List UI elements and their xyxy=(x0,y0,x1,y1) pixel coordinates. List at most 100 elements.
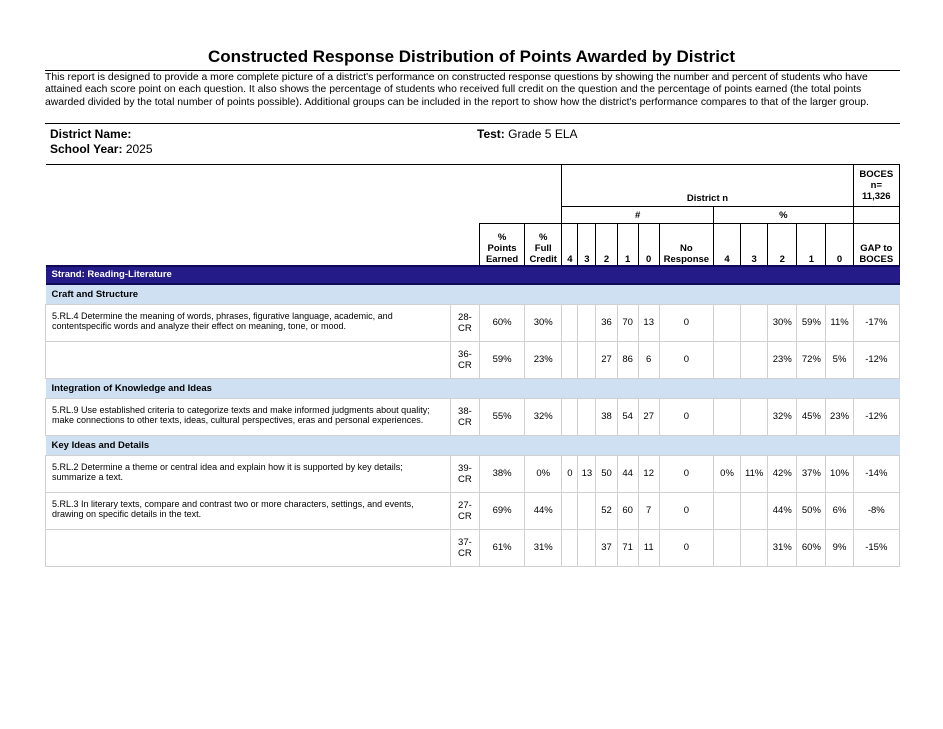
percent-score-0-header: 0 xyxy=(825,223,854,266)
school-year-value: 2025 xyxy=(125,142,153,156)
count-0-cell: 7 xyxy=(637,491,660,530)
standard-description: 5.RL.4 Determine the meaning of words, p… xyxy=(45,303,451,342)
gap-to-boces-cell: -12% xyxy=(852,340,901,379)
count-score-1-header: 1 xyxy=(616,223,639,266)
full-credit-header-line-1: % xyxy=(539,231,548,243)
no-response-cell: 0 xyxy=(658,454,714,493)
no-response-header-line-2: Response xyxy=(663,253,710,265)
test-field: Test: Grade 5 ELA xyxy=(477,127,578,141)
section-header-label: Integration of Knowledge and Ideas xyxy=(45,378,900,398)
standard-description: 5.RL.3 In literary texts, compare and co… xyxy=(45,491,451,530)
standard-description xyxy=(45,528,451,567)
table-header: District n BOCES n= 11,326 # % % Points … xyxy=(45,164,901,266)
test-value: Grade 5 ELA xyxy=(508,127,578,141)
full-credit-header: % Full Credit xyxy=(524,223,563,266)
question-id-line-1: 37- xyxy=(458,536,472,548)
percent-4-cell xyxy=(712,397,742,436)
no-response-cell: 0 xyxy=(658,528,714,567)
points-earned-header-line-3: Earned xyxy=(485,253,519,265)
count-0-cell: 12 xyxy=(637,454,660,493)
count-2-cell: 38 xyxy=(595,397,618,436)
table-row: 5.RL.3 In literary texts, compare and co… xyxy=(45,491,901,530)
table-body: Strand: Reading-Literature Craft and Str… xyxy=(45,264,901,567)
strand-row: Strand: Reading-Literature xyxy=(45,264,900,285)
count-score-4-header: 4 xyxy=(561,223,579,266)
question-id-line-2: CR xyxy=(458,359,472,371)
points-earned-cell: 55% xyxy=(478,397,526,436)
question-id-cell: 39- CR xyxy=(449,454,480,493)
no-response-cell: 0 xyxy=(658,340,714,379)
boces-label: BOCES xyxy=(859,169,894,180)
count-3-cell xyxy=(577,340,597,379)
percent-1-cell: 72% xyxy=(796,340,827,379)
percent-score-2-header: 2 xyxy=(767,223,798,266)
full-credit-header-line-2: Full xyxy=(534,242,552,254)
percent-4-cell xyxy=(712,303,742,342)
percent-score-3-header: 3 xyxy=(740,223,769,266)
percent-1-cell: 37% xyxy=(796,454,827,493)
count-1-cell: 71 xyxy=(616,528,639,567)
section-header-label: Craft and Structure xyxy=(45,283,900,304)
section-header-row: Craft and Structure xyxy=(45,283,900,304)
full-credit-cell: 31% xyxy=(524,528,563,567)
test-label: Test: xyxy=(477,127,505,141)
full-credit-cell: 30% xyxy=(524,303,563,342)
section-header-label: Key Ideas and Details xyxy=(45,435,900,455)
no-response-header: No Response xyxy=(658,223,714,266)
gap-to-boces-cell: -12% xyxy=(852,397,901,436)
percent-0-cell: 11% xyxy=(825,303,854,342)
count-0-cell: 27 xyxy=(637,397,660,436)
percent-group-header: % xyxy=(712,206,854,224)
percent-4-cell xyxy=(712,340,742,379)
count-2-cell: 27 xyxy=(595,340,618,379)
description-rule xyxy=(45,123,900,124)
question-id-line-2: CR xyxy=(458,416,472,428)
percent-score-4-header: 4 xyxy=(712,223,742,266)
standard-description xyxy=(45,340,451,379)
district-name-field: District Name: xyxy=(50,127,131,141)
percent-4-cell: 0% xyxy=(712,454,742,493)
count-1-cell: 70 xyxy=(616,303,639,342)
school-year-field: School Year: 2025 xyxy=(50,142,153,156)
count-0-cell: 6 xyxy=(637,340,660,379)
percent-2-cell: 42% xyxy=(767,454,798,493)
table-row: 5.RL.2 Determine a theme or central idea… xyxy=(45,454,901,493)
count-3-cell xyxy=(577,397,597,436)
question-id-line-1: 27- xyxy=(458,499,472,511)
question-id-cell: 37- CR xyxy=(449,528,480,567)
percent-3-cell xyxy=(740,303,769,342)
boces-header: BOCES n= 11,326 xyxy=(852,164,901,207)
section-header-row: Key Ideas and Details xyxy=(45,435,900,455)
no-response-cell: 0 xyxy=(658,303,714,342)
count-3-cell: 13 xyxy=(577,454,597,493)
points-earned-cell: 60% xyxy=(478,303,526,342)
percent-1-cell: 50% xyxy=(796,491,827,530)
count-3-cell xyxy=(577,528,597,567)
count-score-0-header: 0 xyxy=(637,223,660,266)
question-id-cell: 27- CR xyxy=(449,491,480,530)
gap-header-line-2: BOCES xyxy=(859,253,894,265)
boces-n-label: n= xyxy=(870,180,882,191)
full-credit-cell: 32% xyxy=(524,397,563,436)
points-earned-header-line-2: Points xyxy=(487,242,517,254)
count-4-cell xyxy=(561,340,579,379)
question-id-cell: 36- CR xyxy=(449,340,480,379)
percent-2-cell: 30% xyxy=(767,303,798,342)
count-2-cell: 52 xyxy=(595,491,618,530)
count-4-cell xyxy=(561,397,579,436)
percent-0-cell: 6% xyxy=(825,491,854,530)
count-0-cell: 13 xyxy=(637,303,660,342)
percent-2-cell: 32% xyxy=(767,397,798,436)
percent-0-cell: 10% xyxy=(825,454,854,493)
question-id-line-1: 38- xyxy=(458,405,472,417)
question-id-line-1: 36- xyxy=(458,348,472,360)
count-4-cell xyxy=(561,491,579,530)
strand-label: Strand: Reading-Literature xyxy=(45,264,900,285)
table-row: 37- CR 61% 31% 37 71 11 0 31% 60% 9% -15% xyxy=(45,528,901,567)
count-4-cell: 0 xyxy=(561,454,579,493)
count-score-3-header: 3 xyxy=(577,223,597,266)
percent-2-cell: 44% xyxy=(767,491,798,530)
gap-to-boces-cell: -14% xyxy=(852,454,901,493)
gap-to-boces-header: GAP to BOCES xyxy=(852,223,901,266)
question-id-line-1: 28- xyxy=(458,311,472,323)
